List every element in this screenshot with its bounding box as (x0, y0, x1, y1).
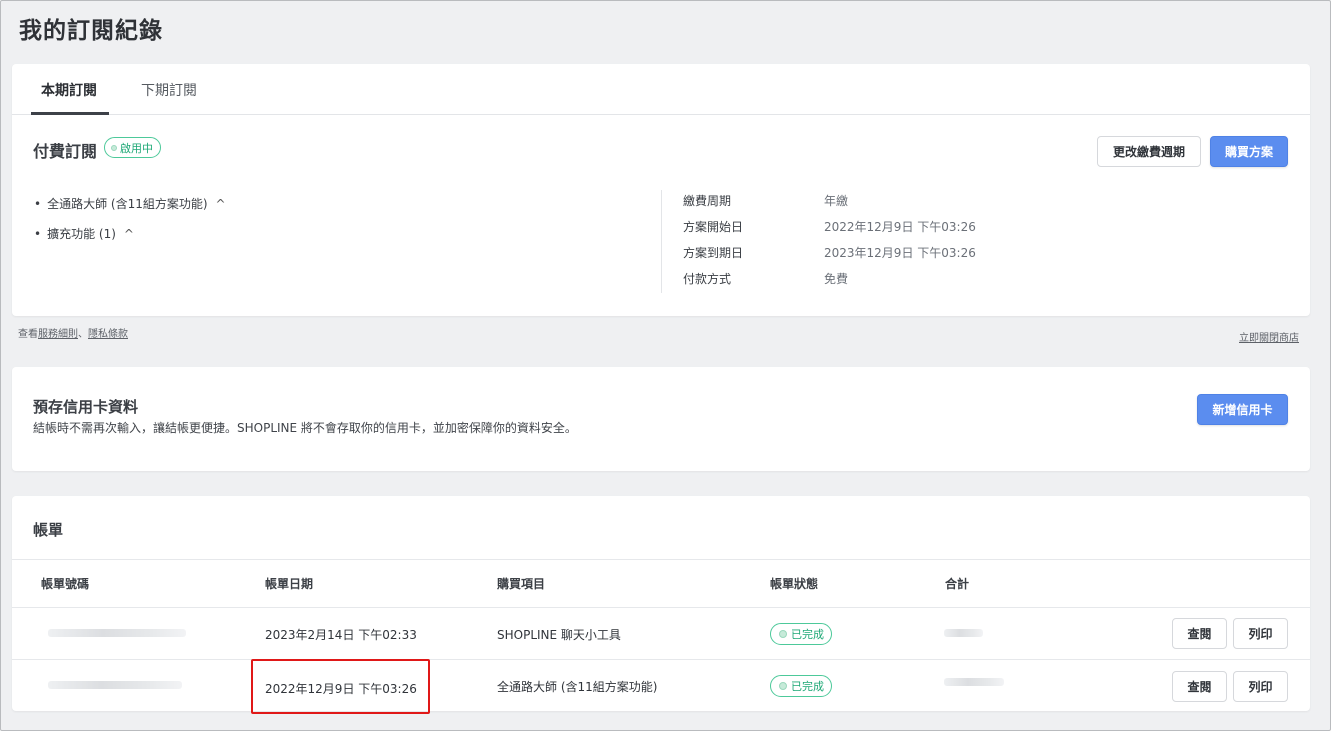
bill-status-label: 已完成 (791, 628, 824, 641)
highlight-box (251, 659, 430, 714)
purchase-item: SHOPLINE 聊天小工具 (497, 628, 621, 642)
terms-links: 查看服務細則、隱私條款 (18, 325, 128, 340)
redacted-total (944, 678, 1004, 686)
status-dot-icon (111, 144, 117, 151)
info-value: 2022年12月9日 下午03:26 (824, 220, 976, 234)
feature-item: • 擴充功能 (1) ^ (34, 225, 134, 242)
view-bill-button[interactable]: 查閱 (1172, 618, 1227, 649)
info-label: 方案到期日 (683, 246, 744, 260)
divider (12, 607, 1310, 608)
tab-current-subscription[interactable]: 本期訂閱 (41, 80, 97, 100)
vertical-divider (661, 190, 662, 293)
chevron-up-icon[interactable]: ^ (216, 197, 226, 211)
info-value: 2023年12月9日 下午03:26 (824, 246, 976, 260)
divider (12, 659, 1310, 660)
column-header-bill-date: 帳單日期 (265, 577, 314, 591)
column-header-bill-number: 帳單號碼 (41, 577, 90, 591)
credit-card-title: 預存信用卡資料 (33, 398, 139, 416)
bill-status-badge: 已完成 (770, 675, 832, 697)
status-badge: 啟用中 (104, 137, 161, 158)
terms-separator: 、 (78, 329, 88, 340)
change-billing-period-button[interactable]: 更改繳費週期 (1097, 136, 1201, 167)
info-label: 方案開始日 (683, 220, 744, 234)
subscription-title: 付費訂閱 (33, 142, 98, 161)
feature-item: • 全通路大師 (含11組方案功能) ^ (34, 195, 226, 212)
print-bill-button[interactable]: 列印 (1233, 618, 1288, 649)
bill-date: 2023年2月14日 下午02:33 (265, 628, 417, 642)
bills-section: 帳單 帳單號碼 帳單日期 購買項目 帳單狀態 合計 2023年2月14日 下午0… (12, 496, 1310, 711)
credit-card-section: 預存信用卡資料 結帳時不需再次輸入，讓結帳更便捷。SHOPLINE 將不會存取你… (12, 367, 1310, 471)
terms-of-service-link[interactable]: 服務細則 (38, 329, 78, 340)
feature-label: 擴充功能 (1) (47, 227, 116, 241)
divider (12, 559, 1310, 560)
bill-status-label: 已完成 (791, 680, 824, 693)
redacted-bill-number (48, 629, 186, 637)
privacy-policy-link[interactable]: 隱私條款 (88, 329, 128, 340)
page-frame: 我的訂閱紀錄 本期訂閱 下期訂閱 付費訂閱 啟用中 更改繳費週期 購買方案 • … (0, 0, 1331, 731)
bullet-icon: • (34, 196, 42, 211)
info-label: 付款方式 (683, 272, 732, 286)
status-badge-label: 啟用中 (120, 141, 153, 155)
status-dot-icon (779, 630, 787, 638)
redacted-bill-number (48, 681, 182, 689)
subscription-card: 本期訂閱 下期訂閱 付費訂閱 啟用中 更改繳費週期 購買方案 • 全通路大師 (… (12, 64, 1310, 316)
tab-next-subscription[interactable]: 下期訂閱 (141, 80, 197, 100)
view-bill-button[interactable]: 查閱 (1172, 671, 1227, 702)
info-value: 年繳 (824, 194, 849, 208)
purchase-item: 全通路大師 (含11組方案功能) (497, 680, 658, 694)
chevron-up-icon[interactable]: ^ (124, 227, 134, 241)
page-title: 我的訂閱紀錄 (19, 18, 163, 44)
bullet-icon: • (34, 226, 42, 241)
print-bill-button[interactable]: 列印 (1233, 671, 1288, 702)
add-credit-card-button[interactable]: 新增信用卡 (1197, 394, 1288, 425)
feature-label: 全通路大師 (含11組方案功能) (47, 197, 208, 211)
column-header-bill-status: 帳單狀態 (770, 577, 819, 591)
bills-title: 帳單 (33, 521, 64, 539)
terms-prefix: 查看 (18, 329, 38, 340)
info-value: 免費 (824, 272, 849, 286)
redacted-total (944, 629, 983, 637)
column-header-purchase-item: 購買項目 (497, 577, 546, 591)
close-store-link[interactable]: 立即關閉商店 (1239, 333, 1299, 344)
subscription-tabs: 本期訂閱 下期訂閱 (12, 64, 1310, 115)
status-dot-icon (779, 682, 787, 690)
buy-plan-button[interactable]: 購買方案 (1210, 136, 1288, 167)
bill-status-badge: 已完成 (770, 623, 832, 645)
credit-card-description: 結帳時不需再次輸入，讓結帳更便捷。SHOPLINE 將不會存取你的信用卡，並加密… (33, 421, 577, 435)
close-store-link-wrap: 立即關閉商店 (1239, 329, 1299, 344)
column-header-total: 合計 (945, 577, 970, 591)
info-label: 繳費周期 (683, 194, 732, 208)
active-tab-indicator (31, 112, 109, 115)
